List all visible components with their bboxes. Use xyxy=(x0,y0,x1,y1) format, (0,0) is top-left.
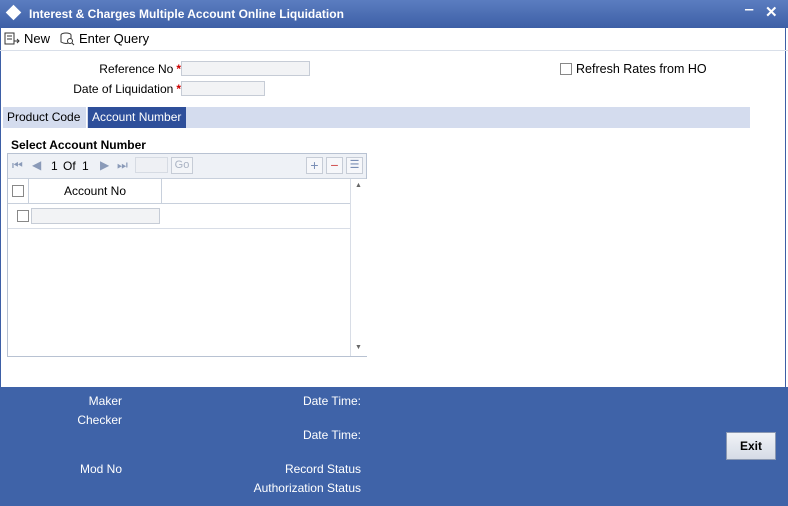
row-select-checkbox[interactable] xyxy=(17,210,29,222)
maker-label: Maker xyxy=(88,394,122,408)
app-diamond-icon xyxy=(5,4,22,21)
checker-label: Checker xyxy=(77,413,122,427)
next-page-icon[interactable]: ▶ xyxy=(100,158,109,172)
refresh-rates-label: Refresh Rates from HO xyxy=(576,62,707,76)
select-all-cell xyxy=(8,179,29,203)
single-view-icon[interactable]: ☰ xyxy=(346,157,363,174)
window-title: Interest & Charges Multiple Account Onli… xyxy=(29,7,344,21)
grid-vertical-scrollbar[interactable]: ▲ ▼ xyxy=(350,179,367,356)
maker-date-time-label: Date Time: xyxy=(302,394,361,408)
last-page-icon[interactable]: ⏭ xyxy=(117,158,128,173)
window-title-bar: Interest & Charges Multiple Account Onli… xyxy=(0,0,788,28)
authorization-status-label: Authorization Status xyxy=(253,481,361,495)
grid-pager-bar: ⏮ ◀ 1 Of 1 ▶ ⏭ Go + − ☰ xyxy=(8,154,366,179)
mod-no-label: Mod No xyxy=(79,462,122,476)
account-grid: ⏮ ◀ 1 Of 1 ▶ ⏭ Go + − ☰ Account No ▲ ▼ xyxy=(7,153,367,357)
date-of-liquidation-label: Date of Liquidation * xyxy=(73,82,181,96)
pager-total: 1 xyxy=(82,159,89,173)
close-icon[interactable]: ✕ xyxy=(765,3,778,21)
go-button[interactable]: Go xyxy=(171,157,193,174)
account-no-column-header[interactable]: Account No xyxy=(29,179,162,203)
section-title: Select Account Number xyxy=(11,138,146,152)
audit-footer: Maker Checker Date Time: Date Time: Mod … xyxy=(0,387,788,506)
toolbar: New Enter Query xyxy=(0,28,788,51)
page-number-input[interactable] xyxy=(135,157,168,173)
tab-account-number[interactable]: Account Number xyxy=(88,107,186,128)
enter-query-label: Enter Query xyxy=(79,31,150,46)
tab-product-code[interactable]: Product Code xyxy=(3,107,87,128)
first-page-icon[interactable]: ⏮ xyxy=(12,158,23,173)
select-all-checkbox[interactable] xyxy=(12,185,24,197)
new-button[interactable]: New xyxy=(4,28,50,50)
record-status-label: Record Status xyxy=(284,462,361,476)
grid-header: Account No xyxy=(8,179,350,204)
reference-no-field[interactable] xyxy=(181,61,310,76)
minimize-icon[interactable]: ‒ xyxy=(745,1,753,18)
account-no-field[interactable] xyxy=(31,208,160,224)
scroll-up-icon[interactable]: ▲ xyxy=(355,182,362,189)
enter-query-button[interactable]: Enter Query xyxy=(59,28,149,50)
new-label: New xyxy=(24,31,51,46)
new-document-icon xyxy=(4,32,20,45)
pager-current: 1 xyxy=(51,159,58,173)
query-icon xyxy=(60,32,75,46)
reference-no-label: Reference No * xyxy=(99,62,181,76)
date-of-liquidation-field[interactable] xyxy=(181,81,265,96)
previous-page-icon[interactable]: ◀ xyxy=(32,158,41,172)
checker-date-time-label: Date Time: xyxy=(302,428,361,442)
exit-button[interactable]: Exit xyxy=(726,432,776,460)
scroll-down-icon[interactable]: ▼ xyxy=(355,344,362,351)
tab-strip: Product Code Account Number xyxy=(3,107,750,128)
add-row-icon[interactable]: + xyxy=(306,157,323,174)
refresh-rates-checkbox[interactable] xyxy=(560,63,572,75)
table-row xyxy=(8,204,350,229)
delete-row-icon[interactable]: − xyxy=(326,157,343,174)
pager-of: Of xyxy=(63,159,76,173)
